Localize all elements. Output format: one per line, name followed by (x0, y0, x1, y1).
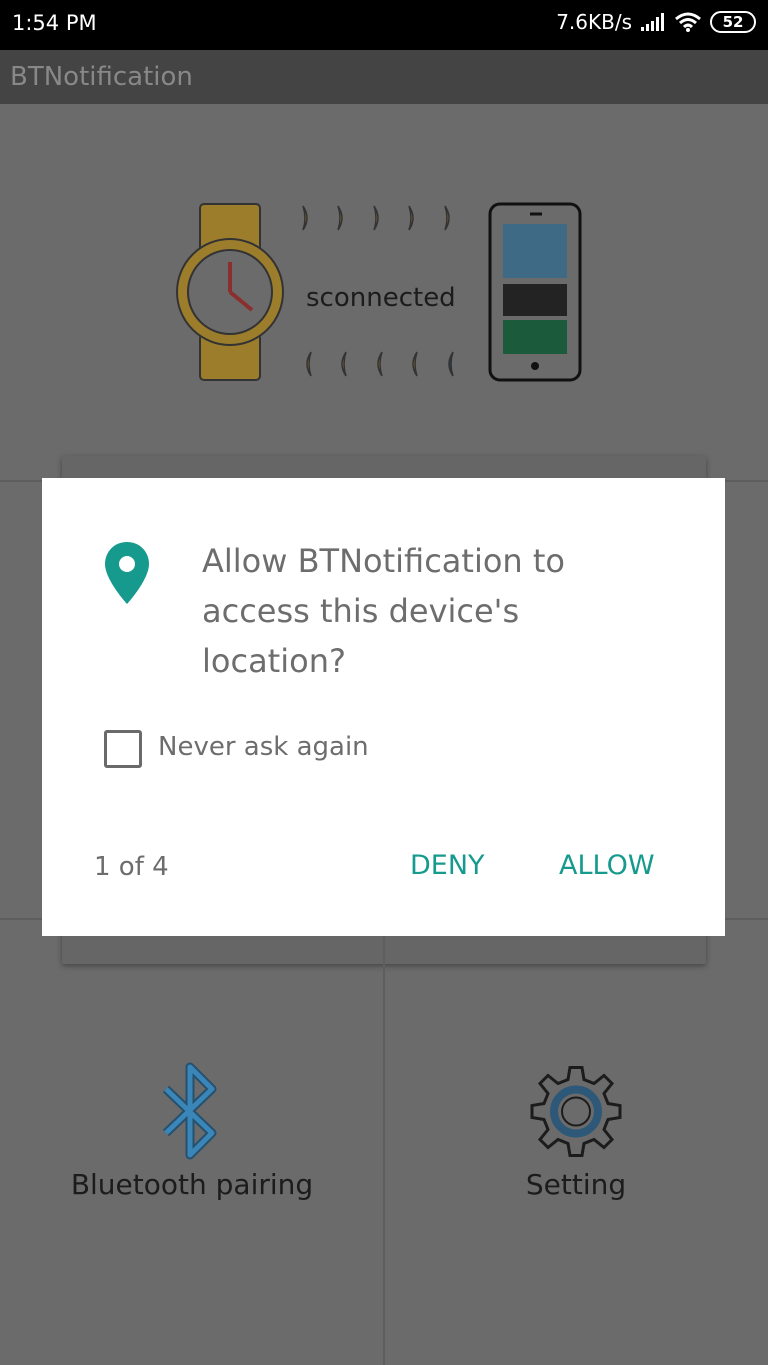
permission-counter: 1 of 4 (94, 852, 169, 882)
connection-illustration: sconnected (176, 202, 582, 382)
signal-icon (641, 13, 664, 31)
status-indicators: 7.6KB/s 52 (556, 10, 756, 34)
connection-status-text: sconnected (306, 283, 456, 313)
divider (383, 918, 385, 1365)
phone-icon (488, 202, 582, 382)
deny-button[interactable]: DENY (410, 850, 485, 881)
location-pin-icon (105, 542, 149, 604)
battery-icon: 52 (710, 11, 756, 33)
permission-dialog: Allow BTNotification to access this devi… (42, 478, 725, 936)
status-bar: 1:54 PM 7.6KB/s 52 (0, 0, 768, 50)
bluetooth-pairing-tile[interactable]: Bluetooth pairing (42, 1059, 342, 1201)
dialog-message: Allow BTNotification to access this devi… (202, 542, 565, 680)
signal-waves-top (302, 205, 450, 231)
app-bar: BTNotification (0, 50, 768, 104)
battery-level: 52 (722, 13, 744, 31)
setting-tile[interactable]: Setting (426, 1059, 726, 1201)
allow-button[interactable]: ALLOW (559, 850, 655, 881)
bluetooth-pairing-label: Bluetooth pairing (70, 1168, 314, 1201)
gear-icon (530, 1066, 622, 1157)
status-time: 1:54 PM (12, 11, 97, 35)
watch-icon (176, 203, 284, 381)
signal-waves-bottom (306, 351, 454, 377)
network-speed: 7.6KB/s (556, 10, 632, 34)
setting-label: Setting (525, 1168, 627, 1201)
app-title: BTNotification (10, 62, 193, 92)
never-ask-again-label[interactable]: Never ask again (158, 732, 369, 762)
bluetooth-icon (162, 1062, 217, 1160)
wifi-icon (675, 12, 701, 32)
never-ask-again-checkbox[interactable] (104, 730, 142, 768)
